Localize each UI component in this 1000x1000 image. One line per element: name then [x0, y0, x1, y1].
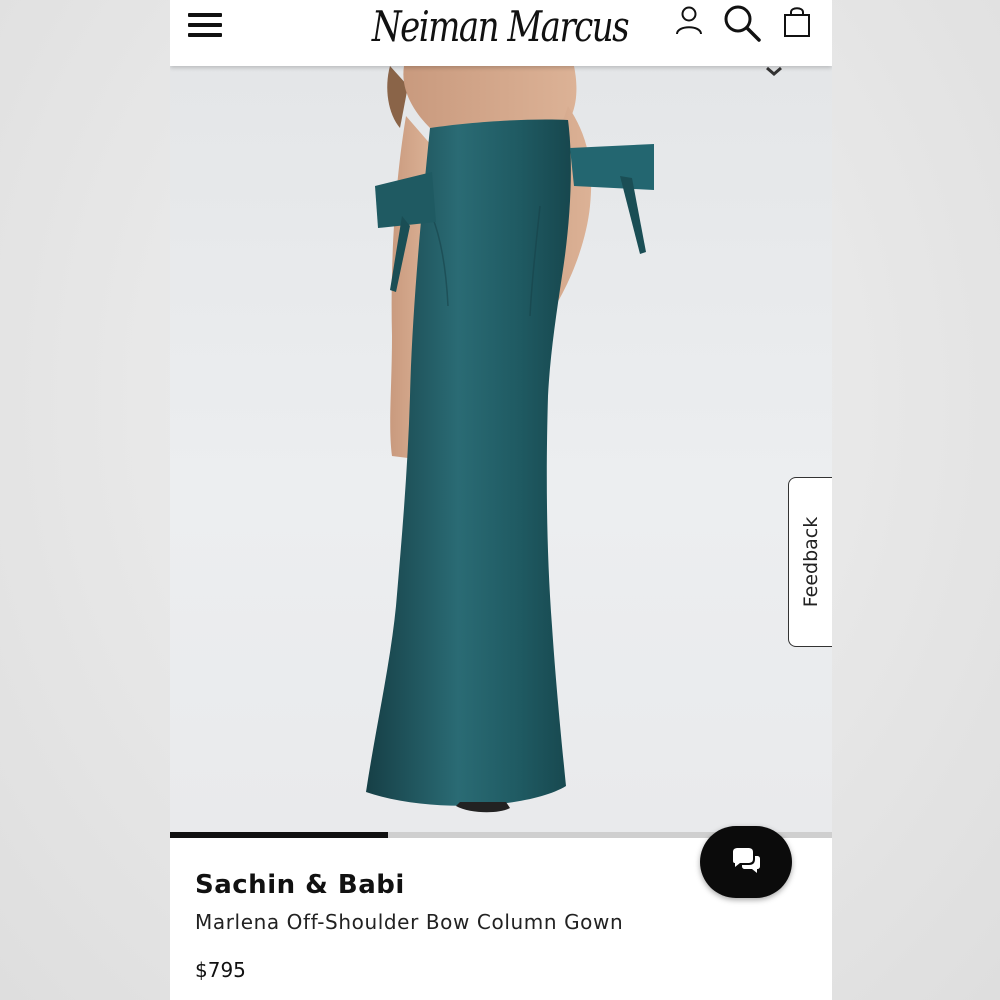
- site-header: Neiman Marcus: [170, 0, 832, 66]
- product-price: $795: [195, 958, 246, 982]
- feedback-tab[interactable]: Feedback: [788, 477, 832, 647]
- mobile-product-page: Neiman Marcus Feedback Sachin & Babi Mar…: [170, 0, 832, 1000]
- product-image: [366, 66, 782, 813]
- shopping-bag-icon[interactable]: [782, 6, 812, 38]
- product-brand[interactable]: Sachin & Babi: [195, 870, 405, 900]
- chevron-down-icon: [766, 66, 782, 76]
- feedback-label: Feedback: [799, 516, 822, 608]
- search-icon[interactable]: [722, 2, 762, 42]
- chat-button[interactable]: [700, 826, 792, 898]
- product-name: Marlena Off-Shoulder Bow Column Gown: [195, 910, 624, 934]
- account-icon[interactable]: [674, 4, 704, 36]
- product-image-gallery[interactable]: [170, 66, 832, 832]
- site-logo[interactable]: Neiman Marcus: [370, 2, 630, 52]
- menu-icon[interactable]: [188, 13, 222, 39]
- gallery-progress-fill: [170, 832, 389, 838]
- chat-bubbles-icon: [733, 848, 760, 873]
